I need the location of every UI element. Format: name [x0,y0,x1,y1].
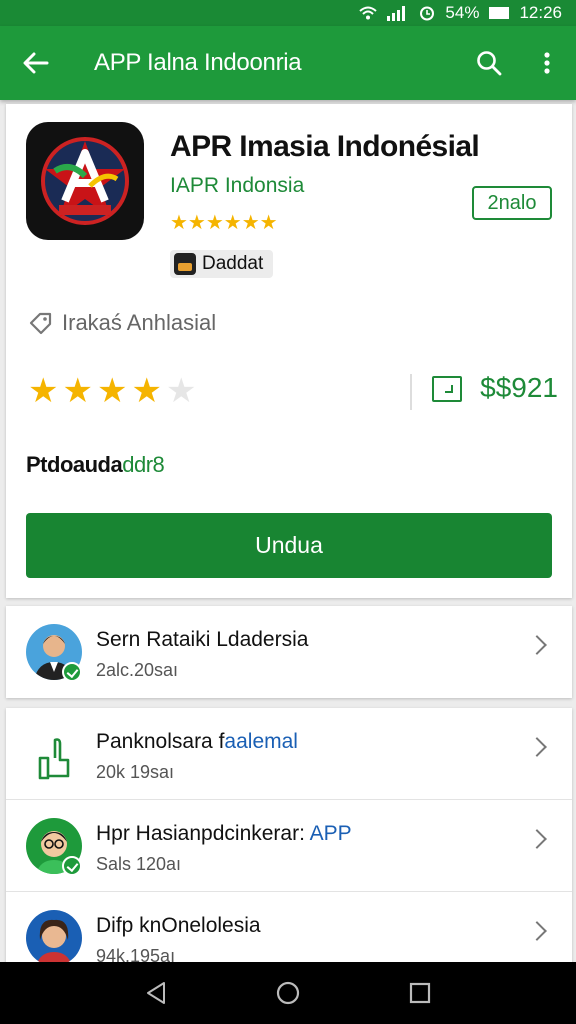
app-logo [26,122,144,240]
verified-icon [62,662,82,682]
description-highlight: ddr8 [122,452,165,477]
verified-icon [62,856,82,876]
star-icon: ★ [165,372,197,410]
content-rating-badge: 2nalo [472,186,552,220]
chevron-right-icon [527,737,547,757]
install-button[interactable]: Undua [26,513,552,578]
nav-home-button[interactable] [268,973,308,1013]
list-card-1: Sern Rataiki Ldadersia 2alc.20saı [6,606,572,698]
list-item-title: Hpr Hasianpdcinkerar: APP [96,822,352,845]
more-options-button[interactable] [518,26,576,100]
tag-icon [29,312,52,335]
chip-label: Daddat [202,253,264,274]
star-icon: ★ [131,372,162,410]
nav-recents-button[interactable] [400,973,440,1013]
navigation-bar [0,962,576,1024]
back-triangle-icon [147,982,165,1004]
more-vert-icon [544,52,550,74]
list-item-title: Sern Rataiki Ldadersia [96,628,309,651]
price-label: $$921 [480,372,558,403]
back-arrow-icon [23,52,49,74]
rating-row: ★ ★ ★ ★ ★ $$921 [28,366,558,416]
search-button[interactable] [460,26,518,100]
developer-link[interactable]: IAPR Indonsia [170,174,304,198]
list-item-subtitle: Sals 120aı [96,854,182,874]
recents-square-icon [409,982,431,1004]
app-detail-card: APR Imasia Indonésial IAPR Indonsia 2nal… [6,104,572,598]
thumbs-up-icon [26,726,82,782]
search-icon [477,51,502,76]
battery-percent: 54% [445,3,480,22]
app-name: APR Imasia Indonésial [170,130,480,163]
list-item[interactable]: Hpr Hasianpdcinkerar: APP Sals 120aı [6,800,572,892]
chevron-right-icon [527,921,547,941]
app-bar: APP Ialna Indoonria [0,26,576,100]
small-rating-stars: ★★★★★★ [170,212,278,234]
list-item-subtitle: 20k 19saı [96,762,175,782]
clock: 12:26 [519,3,562,22]
avatar [26,910,82,966]
app-bar-title: APP Ialna Indoonria [94,49,302,76]
divider [410,374,412,410]
list-item[interactable]: Sern Rataiki Ldadersia 2alc.20saı [6,606,572,698]
battery-icon [489,7,510,19]
badge-icon [174,253,196,275]
description-text: Ptdoauda [26,452,123,477]
alarm-icon [419,5,435,21]
list-item-title: Panknolsara faalemal [96,730,298,753]
list-card-2: Panknolsara faalemal 20k 19saı Hpr Hasia… [6,708,572,984]
wishlist-row[interactable]: Irakaś Anhlasial [28,310,216,336]
signal-icon [387,5,409,21]
star-icon: ★ [96,372,128,410]
star-icon: ★ [62,372,93,410]
rating-stars: ★ ★ ★ ★ ★ [28,371,196,411]
list-item-subtitle: 2alc.20saı [96,660,179,680]
list-item[interactable]: Panknolsara faalemal 20k 19saı [6,708,572,800]
wishlist-label: Irakaś Anhlasial [62,310,217,335]
editor-chip[interactable]: Daddat [170,250,274,278]
chevron-right-icon [527,829,547,849]
list-item-title: Difp knOnelolesia [96,914,261,937]
back-button[interactable] [0,26,72,100]
status-bar: 54% 12:26 [0,0,576,26]
chevron-right-icon [527,635,547,655]
nav-back-button[interactable] [136,973,176,1013]
download-icon [432,376,462,402]
star-icon: ★ [28,372,59,410]
description: Ptdoaudaddr8 [26,452,165,478]
home-circle-icon [276,981,300,1005]
wifi-icon [359,6,378,20]
